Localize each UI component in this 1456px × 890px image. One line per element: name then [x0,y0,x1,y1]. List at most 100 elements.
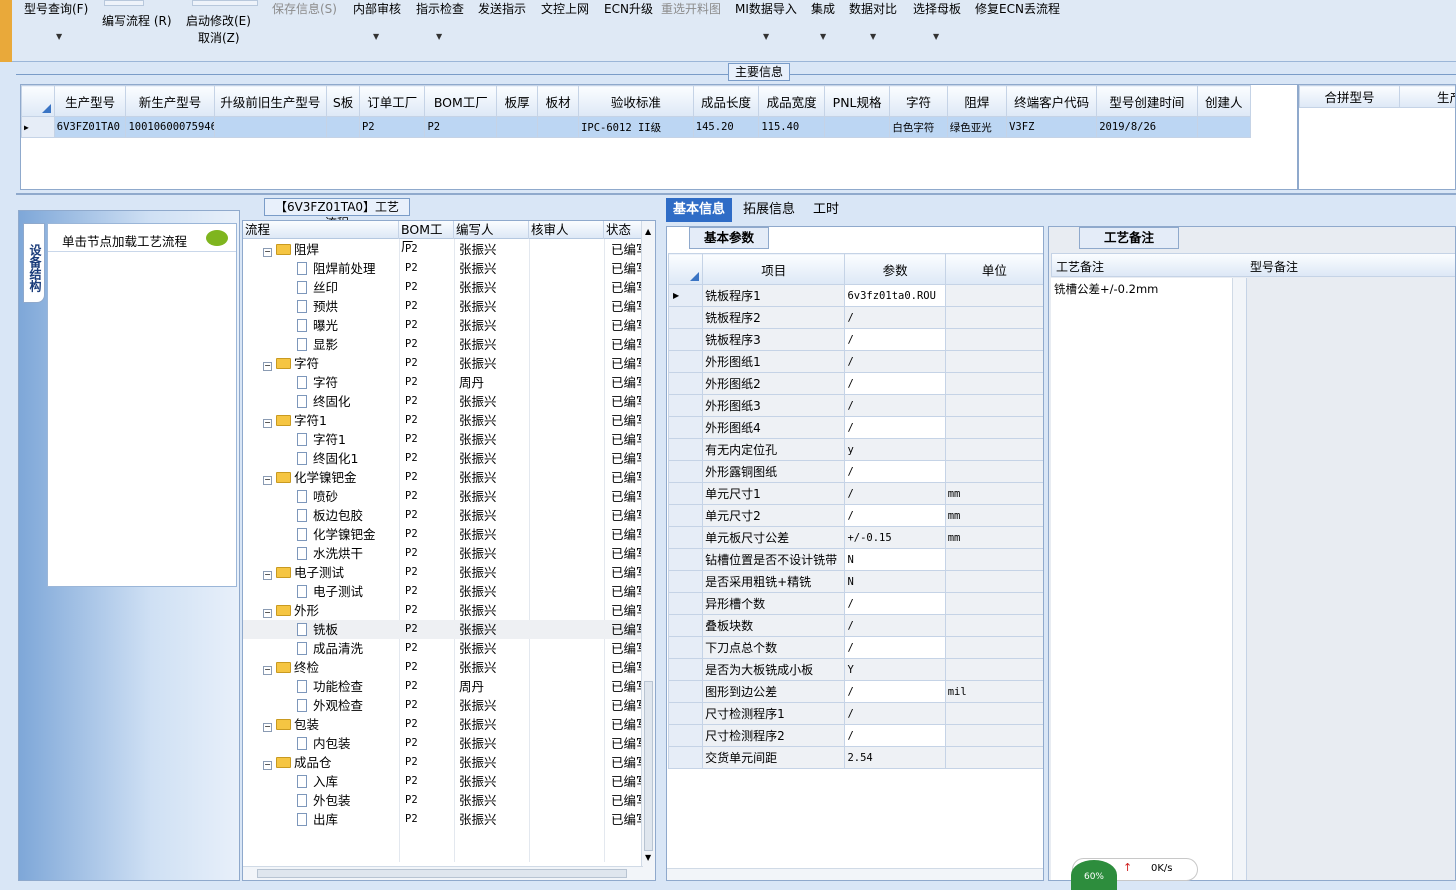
collapse-icon[interactable]: − [263,419,272,428]
tree-node-name[interactable]: 内包装 [297,734,399,753]
select-mother-board-button[interactable]: 选择母板 [913,0,961,17]
table-row[interactable]: 外形图纸2/ [669,373,1044,395]
param-value-cell[interactable]: / [845,725,945,747]
tree-node-name[interactable]: 字符 [297,373,399,392]
param-value-cell[interactable]: / [845,593,945,615]
col-header[interactable]: 项目 [703,254,845,285]
tree-node-name[interactable]: −化学镍钯金 [263,468,399,487]
param-value-cell[interactable]: / [845,329,945,351]
collapse-icon[interactable]: − [263,723,272,732]
table-cell[interactable]: IPC-6012 II级 [579,117,694,138]
tree-node[interactable]: 字符1P2张振兴已编写 [243,430,643,449]
col-header[interactable]: 状态 [604,221,644,239]
col-header[interactable]: 生产型号 [54,86,126,117]
table-cell[interactable]: 145.20 [693,117,759,138]
tab-basic-info[interactable]: 基本信息 [666,198,732,222]
reselect-cutting-map-button[interactable]: 重选开料图 [661,0,721,17]
col-header[interactable]: 合拼型号 [1300,86,1400,108]
col-header[interactable]: S板 [327,86,360,117]
tree-node[interactable]: 内包装P2张振兴已编写 [243,734,643,753]
scroll-down-icon[interactable]: ▼ [645,853,651,862]
param-value-cell[interactable]: / [845,307,945,329]
splitter[interactable] [16,193,1456,195]
table-cell[interactable]: 白色字符 [890,117,947,138]
tree-node-name[interactable]: 成品清洗 [297,639,399,658]
param-value-cell[interactable]: 2.54 [845,747,945,769]
instruction-check-button[interactable]: 指示检查 [416,0,464,17]
tree-node[interactable]: 水洗烘干P2张振兴已编写 [243,544,643,563]
tree-node[interactable]: −电子测试P2张振兴已编写 [243,563,643,582]
col-header[interactable]: 板厚 [497,86,538,117]
tree-node-name[interactable]: 喷砂 [297,487,399,506]
tree-node-name[interactable]: 终固化 [297,392,399,411]
col-header[interactable]: 参数 [845,254,945,285]
tree-node[interactable]: 入库P2张振兴已编写 [243,772,643,791]
tree-node-name[interactable]: 阻焊前处理 [297,259,399,278]
tree-node[interactable]: −终检P2张振兴已编写 [243,658,643,677]
tree-node[interactable]: 字符P2周丹已编写 [243,373,643,392]
chat-bubble-icon[interactable] [206,230,228,246]
tree-node-name[interactable]: 功能检查 [297,677,399,696]
param-value-cell[interactable]: / [845,483,945,505]
col-header[interactable]: 板材 [538,86,579,117]
tree-node[interactable]: 终固化P2张振兴已编写 [243,392,643,411]
tree-node-name[interactable]: 出库 [297,810,399,829]
tree-node[interactable]: −成品仓P2张振兴已编写 [243,753,643,772]
col-header[interactable]: 生产 [1400,86,1456,108]
start-modify-button[interactable]: 启动修改(E) [186,12,251,29]
horizontal-scrollbar[interactable] [667,868,1043,880]
tree-node-name[interactable]: 板边包胶 [297,506,399,525]
table-row[interactable]: 外形图纸1/ [669,351,1044,373]
table-row[interactable]: 是否为大板铣成小板Y [669,659,1044,681]
tree-node[interactable]: 外观检查P2张振兴已编写 [243,696,643,715]
table-row[interactable]: 是否采用粗铣+精铣N [669,571,1044,593]
collapse-icon[interactable]: − [263,248,272,257]
chevron-down-icon[interactable]: ▼ [870,32,876,41]
tree-node-name[interactable]: 化学镍钯金 [297,525,399,544]
tree-node[interactable]: −外形P2张振兴已编写 [243,601,643,620]
param-value-cell[interactable]: / [845,703,945,725]
tree-node[interactable]: 成品清洗P2张振兴已编写 [243,639,643,658]
table-cell[interactable]: 115.40 [759,117,825,138]
process-note-text[interactable]: 铣槽公差+/-0.2mm [1051,278,1246,297]
table-cell[interactable]: V3FZ [1007,117,1097,138]
table-row[interactable]: 单元尺寸1/mm [669,483,1044,505]
data-compare-button[interactable]: 数据对比 [849,0,897,17]
tree-node-name[interactable]: −外形 [263,601,399,620]
col-header[interactable]: 工艺备注 [1056,258,1104,275]
tree-node-name[interactable]: −终检 [263,658,399,677]
tree-node-name[interactable]: 外包装 [297,791,399,810]
col-header[interactable]: 创建人 [1197,86,1250,117]
collapse-icon[interactable]: − [263,666,272,675]
table-row[interactable]: 下刀点总个数/ [669,637,1044,659]
tree-node[interactable]: 功能检查P2周丹已编写 [243,677,643,696]
col-header[interactable]: 字符 [890,86,947,117]
table-cell[interactable]: 10010600075946 [126,117,214,138]
tree-node[interactable]: 铣板P2张振兴已编写 [243,620,643,639]
param-value-cell[interactable]: / [845,351,945,373]
col-header[interactable]: 验收标准 [579,86,694,117]
col-header[interactable]: BOM工厂 [425,86,497,117]
ecn-upgrade-button[interactable]: ECN升级 [604,0,653,17]
table-cell[interactable]: P2 [425,117,497,138]
tree-node[interactable]: 预烘P2张振兴已编写 [243,297,643,316]
col-header[interactable]: 成品长度 [693,86,759,117]
tree-node-name[interactable]: 电子测试 [297,582,399,601]
tree-node[interactable]: −阻焊P2张振兴已编写 [243,240,643,259]
param-value-cell[interactable]: y [845,439,945,461]
tree-node[interactable]: −包装P2张振兴已编写 [243,715,643,734]
tree-node-name[interactable]: −字符 [263,354,399,373]
collapse-icon[interactable]: − [263,571,272,580]
table-row[interactable]: 尺寸检测程序1/ [669,703,1044,725]
chevron-down-icon[interactable]: ▼ [820,32,826,41]
tree-node[interactable]: 电子测试P2张振兴已编写 [243,582,643,601]
tab-equipment-structure[interactable]: 设备结构 [23,223,45,303]
tree-node[interactable]: 阻焊前处理P2张振兴已编写 [243,259,643,278]
tree-node-name[interactable]: −阻焊 [263,240,399,259]
chevron-down-icon[interactable]: ▼ [56,32,62,41]
doc-control-online-button[interactable]: 文控上网 [541,0,589,17]
table-row[interactable]: 铣板程序3/ [669,329,1044,351]
tree-node-name[interactable]: 曝光 [297,316,399,335]
table-row[interactable]: 图形到边公差/mil [669,681,1044,703]
tree-node[interactable]: −化学镍钯金P2张振兴已编写 [243,468,643,487]
